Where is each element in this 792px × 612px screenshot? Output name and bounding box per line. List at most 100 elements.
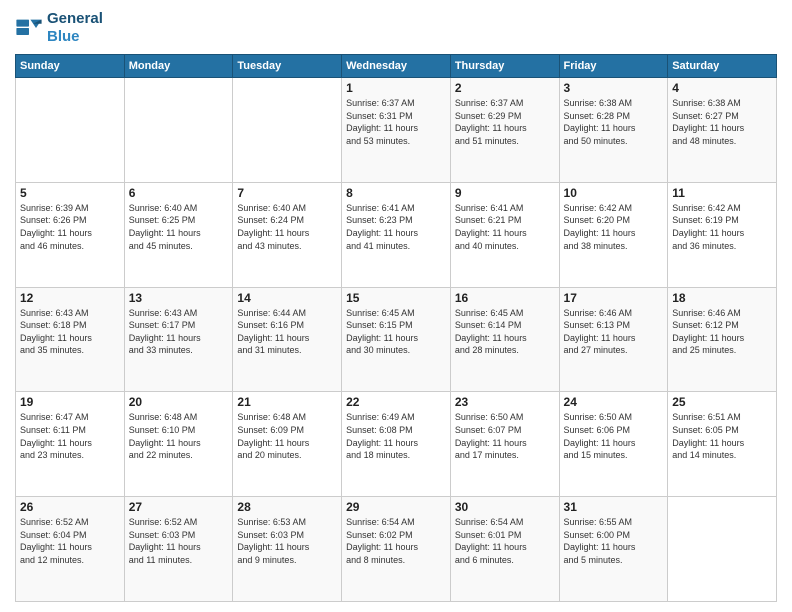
calendar-cell: 25Sunrise: 6:51 AMSunset: 6:05 PMDayligh… — [668, 392, 777, 497]
calendar-cell — [668, 497, 777, 602]
calendar-cell: 24 Sunrise: 6:50 AMSunset: 6:06 PMDayligh… — [559, 392, 668, 497]
cell-info: Sunrise: 6:48 AMSunset: 6:10 PMDaylight:… — [129, 411, 229, 461]
cell-info: Sunrise: 6:44 AMSunset: 6:16 PMDaylight:… — [237, 307, 337, 357]
weekday-header-friday: Friday — [559, 55, 668, 78]
cell-info: Sunrise: 6:53 AMSunset: 6:03 PMDaylight:… — [237, 516, 337, 566]
day-number: 23 — [455, 395, 555, 409]
calendar-cell — [124, 78, 233, 183]
day-number: 4 — [672, 81, 772, 95]
calendar-cell: 2 Sunrise: 6:37 AMSunset: 6:29 PMDaylight… — [450, 78, 559, 183]
calendar-cell: 20 Sunrise: 6:48 AMSunset: 6:10 PMDayligh… — [124, 392, 233, 497]
day-number: 22 — [346, 395, 446, 409]
day-number: 12 — [20, 291, 120, 305]
week-row-5: 26Sunrise: 6:52 AMSunset: 6:04 PMDayligh… — [16, 497, 777, 602]
day-number: 29 — [346, 500, 446, 514]
day-number: 18 — [672, 291, 772, 305]
day-number: 21 — [237, 395, 337, 409]
day-number: 6 — [129, 186, 229, 200]
week-row-2: 5 Sunrise: 6:39 AMSunset: 6:26 PMDaylight… — [16, 182, 777, 287]
calendar-cell: 17 Sunrise: 6:46 AMSunset: 6:13 PMDayligh… — [559, 287, 668, 392]
week-row-3: 12 Sunrise: 6:43 AMSunset: 6:18 PMDayligh… — [16, 287, 777, 392]
cell-info: Sunrise: 6:50 AMSunset: 6:06 PMDaylight:… — [564, 411, 664, 461]
calendar-cell: 3 Sunrise: 6:38 AMSunset: 6:28 PMDaylight… — [559, 78, 668, 183]
cell-info: Sunrise: 6:43 AMSunset: 6:18 PMDaylight:… — [20, 307, 120, 357]
day-number: 16 — [455, 291, 555, 305]
cell-info: Sunrise: 6:51 AMSunset: 6:05 PMDaylight:… — [672, 411, 772, 461]
cell-info: Sunrise: 6:37 AMSunset: 6:31 PMDaylight:… — [346, 97, 446, 147]
cell-info: Sunrise: 6:46 AMSunset: 6:13 PMDaylight:… — [564, 307, 664, 357]
day-number: 5 — [20, 186, 120, 200]
day-number: 3 — [564, 81, 664, 95]
calendar-cell: 4 Sunrise: 6:38 AMSunset: 6:27 PMDaylight… — [668, 78, 777, 183]
logo-text: General Blue — [47, 10, 103, 46]
day-number: 26 — [20, 500, 120, 514]
cell-info: Sunrise: 6:38 AMSunset: 6:27 PMDaylight:… — [672, 97, 772, 147]
calendar-cell: 19Sunrise: 6:47 AMSunset: 6:11 PMDayligh… — [16, 392, 125, 497]
calendar-cell: 30 Sunrise: 6:54 AMSunset: 6:01 PMDayligh… — [450, 497, 559, 602]
calendar-cell: 23 Sunrise: 6:50 AMSunset: 6:07 PMDayligh… — [450, 392, 559, 497]
day-number: 9 — [455, 186, 555, 200]
logo-icon — [15, 14, 43, 42]
weekday-header-row: SundayMondayTuesdayWednesdayThursdayFrid… — [16, 55, 777, 78]
cell-info: Sunrise: 6:41 AMSunset: 6:23 PMDaylight:… — [346, 202, 446, 252]
day-number: 2 — [455, 81, 555, 95]
cell-info: Sunrise: 6:52 AMSunset: 6:03 PMDaylight:… — [129, 516, 229, 566]
calendar-cell: 8 Sunrise: 6:41 AMSunset: 6:23 PMDaylight… — [342, 182, 451, 287]
calendar-cell: 1 Sunrise: 6:37 AMSunset: 6:31 PMDaylight… — [342, 78, 451, 183]
day-number: 10 — [564, 186, 664, 200]
calendar-cell: 18 Sunrise: 6:46 AMSunset: 6:12 PMDayligh… — [668, 287, 777, 392]
calendar-cell: 15 Sunrise: 6:45 AMSunset: 6:15 PMDayligh… — [342, 287, 451, 392]
calendar-cell: 31Sunrise: 6:55 AMSunset: 6:00 PMDayligh… — [559, 497, 668, 602]
day-number: 20 — [129, 395, 229, 409]
day-number: 27 — [129, 500, 229, 514]
calendar-cell: 22 Sunrise: 6:49 AMSunset: 6:08 PMDayligh… — [342, 392, 451, 497]
cell-info: Sunrise: 6:38 AMSunset: 6:28 PMDaylight:… — [564, 97, 664, 147]
cell-info: Sunrise: 6:42 AMSunset: 6:20 PMDaylight:… — [564, 202, 664, 252]
cell-info: Sunrise: 6:45 AMSunset: 6:15 PMDaylight:… — [346, 307, 446, 357]
calendar-cell: 28 Sunrise: 6:53 AMSunset: 6:03 PMDayligh… — [233, 497, 342, 602]
day-number: 24 — [564, 395, 664, 409]
weekday-header-monday: Monday — [124, 55, 233, 78]
cell-info: Sunrise: 6:37 AMSunset: 6:29 PMDaylight:… — [455, 97, 555, 147]
calendar-cell: 16Sunrise: 6:45 AMSunset: 6:14 PMDayligh… — [450, 287, 559, 392]
cell-info: Sunrise: 6:50 AMSunset: 6:07 PMDaylight:… — [455, 411, 555, 461]
day-number: 7 — [237, 186, 337, 200]
cell-info: Sunrise: 6:40 AMSunset: 6:25 PMDaylight:… — [129, 202, 229, 252]
week-row-1: 1 Sunrise: 6:37 AMSunset: 6:31 PMDaylight… — [16, 78, 777, 183]
day-number: 17 — [564, 291, 664, 305]
cell-info: Sunrise: 6:49 AMSunset: 6:08 PMDaylight:… — [346, 411, 446, 461]
cell-info: Sunrise: 6:40 AMSunset: 6:24 PMDaylight:… — [237, 202, 337, 252]
day-number: 8 — [346, 186, 446, 200]
calendar-cell — [233, 78, 342, 183]
day-number: 13 — [129, 291, 229, 305]
calendar-cell: 9Sunrise: 6:41 AMSunset: 6:21 PMDaylight… — [450, 182, 559, 287]
calendar-cell — [16, 78, 125, 183]
day-number: 15 — [346, 291, 446, 305]
calendar-cell: 10 Sunrise: 6:42 AMSunset: 6:20 PMDayligh… — [559, 182, 668, 287]
logo: General Blue — [15, 10, 103, 46]
cell-info: Sunrise: 6:43 AMSunset: 6:17 PMDaylight:… — [129, 307, 229, 357]
weekday-header-thursday: Thursday — [450, 55, 559, 78]
cell-info: Sunrise: 6:54 AMSunset: 6:01 PMDaylight:… — [455, 516, 555, 566]
cell-info: Sunrise: 6:47 AMSunset: 6:11 PMDaylight:… — [20, 411, 120, 461]
cell-info: Sunrise: 6:39 AMSunset: 6:26 PMDaylight:… — [20, 202, 120, 252]
cell-info: Sunrise: 6:54 AMSunset: 6:02 PMDaylight:… — [346, 516, 446, 566]
weekday-header-wednesday: Wednesday — [342, 55, 451, 78]
calendar-cell: 27 Sunrise: 6:52 AMSunset: 6:03 PMDayligh… — [124, 497, 233, 602]
day-number: 1 — [346, 81, 446, 95]
day-number: 30 — [455, 500, 555, 514]
day-number: 11 — [672, 186, 772, 200]
cell-info: Sunrise: 6:46 AMSunset: 6:12 PMDaylight:… — [672, 307, 772, 357]
calendar-cell: 5 Sunrise: 6:39 AMSunset: 6:26 PMDaylight… — [16, 182, 125, 287]
calendar-cell: 7 Sunrise: 6:40 AMSunset: 6:24 PMDaylight… — [233, 182, 342, 287]
cell-info: Sunrise: 6:42 AMSunset: 6:19 PMDaylight:… — [672, 202, 772, 252]
calendar-cell: 6 Sunrise: 6:40 AMSunset: 6:25 PMDaylight… — [124, 182, 233, 287]
calendar-cell: 29 Sunrise: 6:54 AMSunset: 6:02 PMDayligh… — [342, 497, 451, 602]
day-number: 28 — [237, 500, 337, 514]
day-number: 31 — [564, 500, 664, 514]
calendar-cell: 11 Sunrise: 6:42 AMSunset: 6:19 PMDayligh… — [668, 182, 777, 287]
calendar-table: SundayMondayTuesdayWednesdayThursdayFrid… — [15, 54, 777, 602]
calendar-cell: 26Sunrise: 6:52 AMSunset: 6:04 PMDayligh… — [16, 497, 125, 602]
day-number: 14 — [237, 291, 337, 305]
week-row-4: 19Sunrise: 6:47 AMSunset: 6:11 PMDayligh… — [16, 392, 777, 497]
